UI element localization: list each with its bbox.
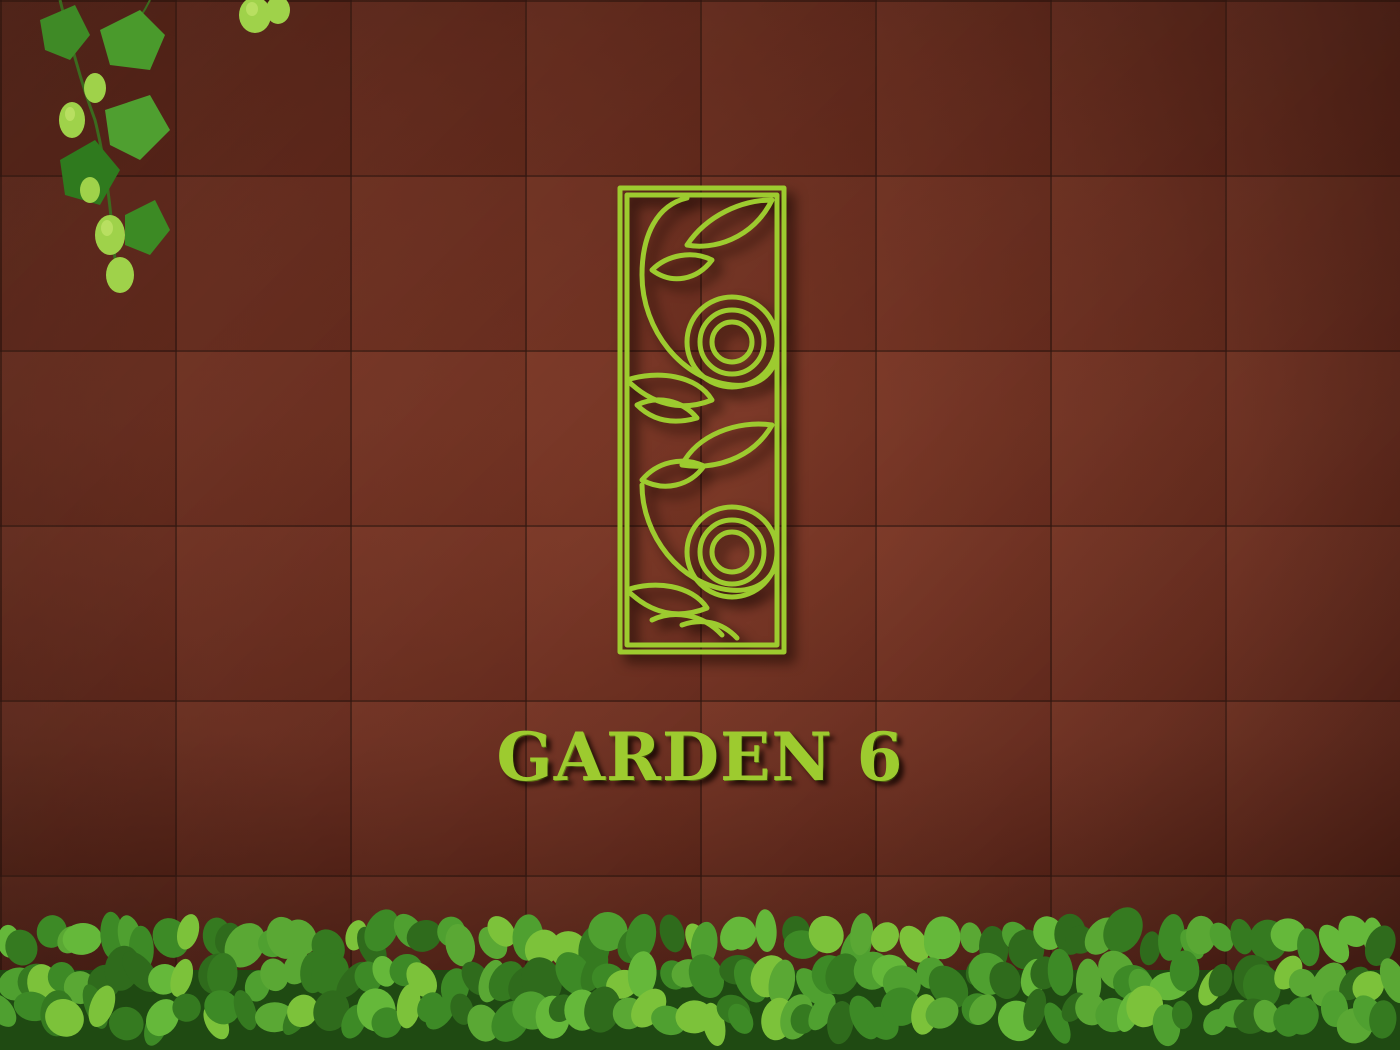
brand-name: GARDEN 6 [496,718,904,796]
hanging-vine-icon [40,0,290,293]
hedge-leaf [659,914,685,953]
floral-panel-icon [617,185,787,655]
hedge-leaf [755,909,777,952]
leafy-hedge-icon [0,907,1400,1050]
